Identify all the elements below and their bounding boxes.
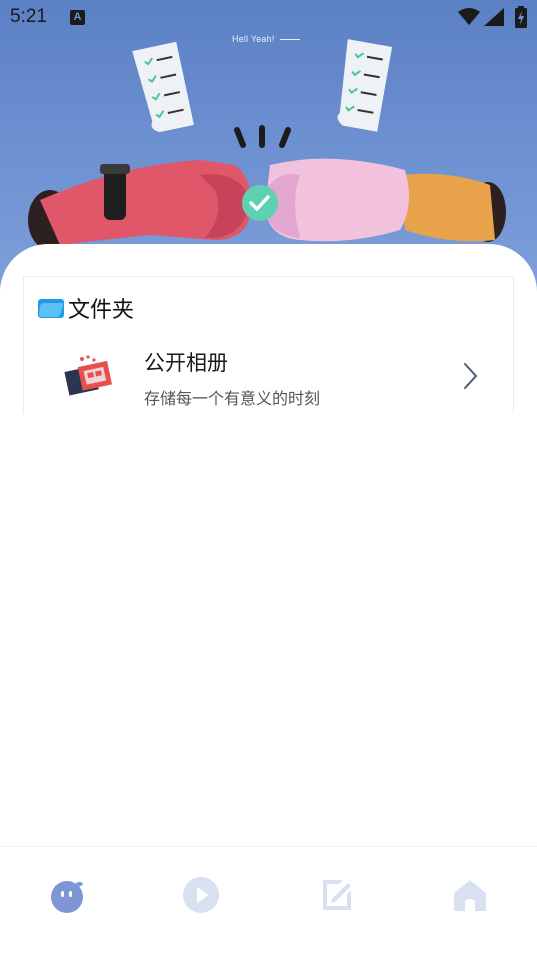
nav-tab-home[interactable] bbox=[450, 875, 490, 915]
mascot-face-icon bbox=[51, 881, 83, 913]
folder-card: 文件夹 公开相册 存储每一个有意义的时刻 bbox=[23, 276, 514, 414]
album-row-public[interactable]: 公开相册 存储每一个有意义的时刻 bbox=[24, 337, 515, 415]
folder-header: 文件夹 bbox=[38, 293, 134, 323]
play-icon bbox=[183, 877, 219, 913]
folder-title: 文件夹 bbox=[68, 298, 135, 323]
notification-a-icon: A bbox=[70, 10, 85, 25]
nav-tab-mascot[interactable] bbox=[47, 875, 87, 915]
folder-icon bbox=[38, 299, 64, 318]
chevron-right-icon[interactable] bbox=[460, 361, 480, 391]
status-time: 5:21 bbox=[10, 6, 47, 27]
cell-signal-icon bbox=[484, 8, 504, 26]
home-icon bbox=[454, 880, 486, 911]
wifi-icon bbox=[458, 8, 480, 25]
album-name: 公开相册 bbox=[144, 351, 228, 375]
edit-icon bbox=[323, 880, 351, 910]
nav-tab-play[interactable] bbox=[181, 875, 221, 915]
battery-icon bbox=[515, 6, 527, 28]
bottom-nav bbox=[0, 846, 537, 956]
photo-album-icon bbox=[64, 355, 113, 396]
album-description: 存储每一个有意义的时刻 bbox=[144, 389, 321, 408]
nav-tab-edit[interactable] bbox=[316, 875, 356, 915]
status-bar: 5:21 A bbox=[0, 0, 537, 36]
